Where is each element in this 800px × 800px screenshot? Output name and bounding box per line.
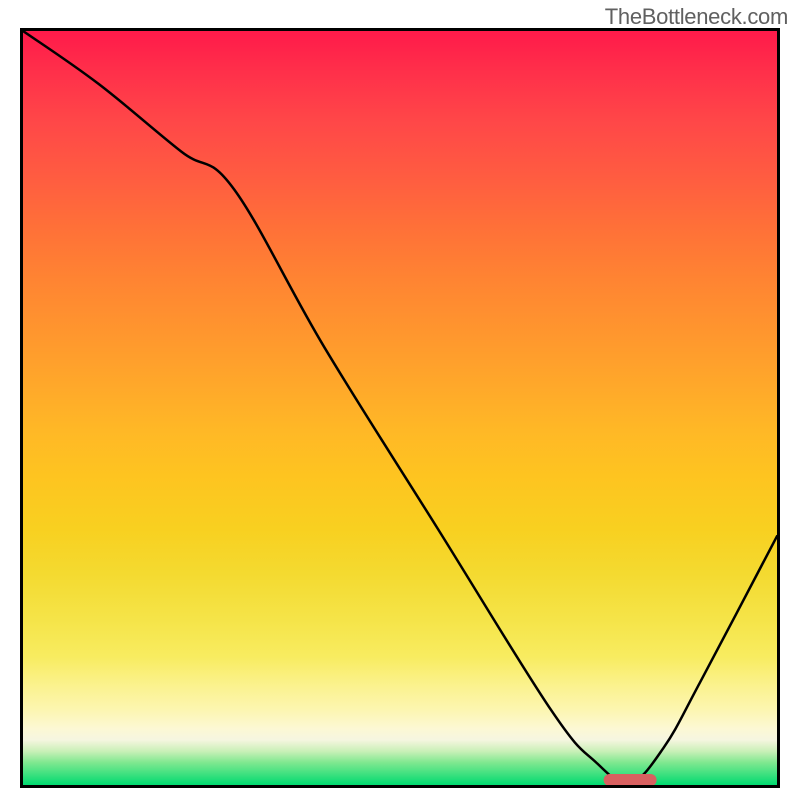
curve-layer	[23, 31, 777, 785]
optimum-marker	[604, 774, 657, 786]
plot-area	[20, 28, 780, 788]
curve-line	[23, 31, 777, 783]
chart-container: TheBottleneck.com	[0, 0, 800, 800]
watermark-text: TheBottleneck.com	[605, 4, 788, 30]
